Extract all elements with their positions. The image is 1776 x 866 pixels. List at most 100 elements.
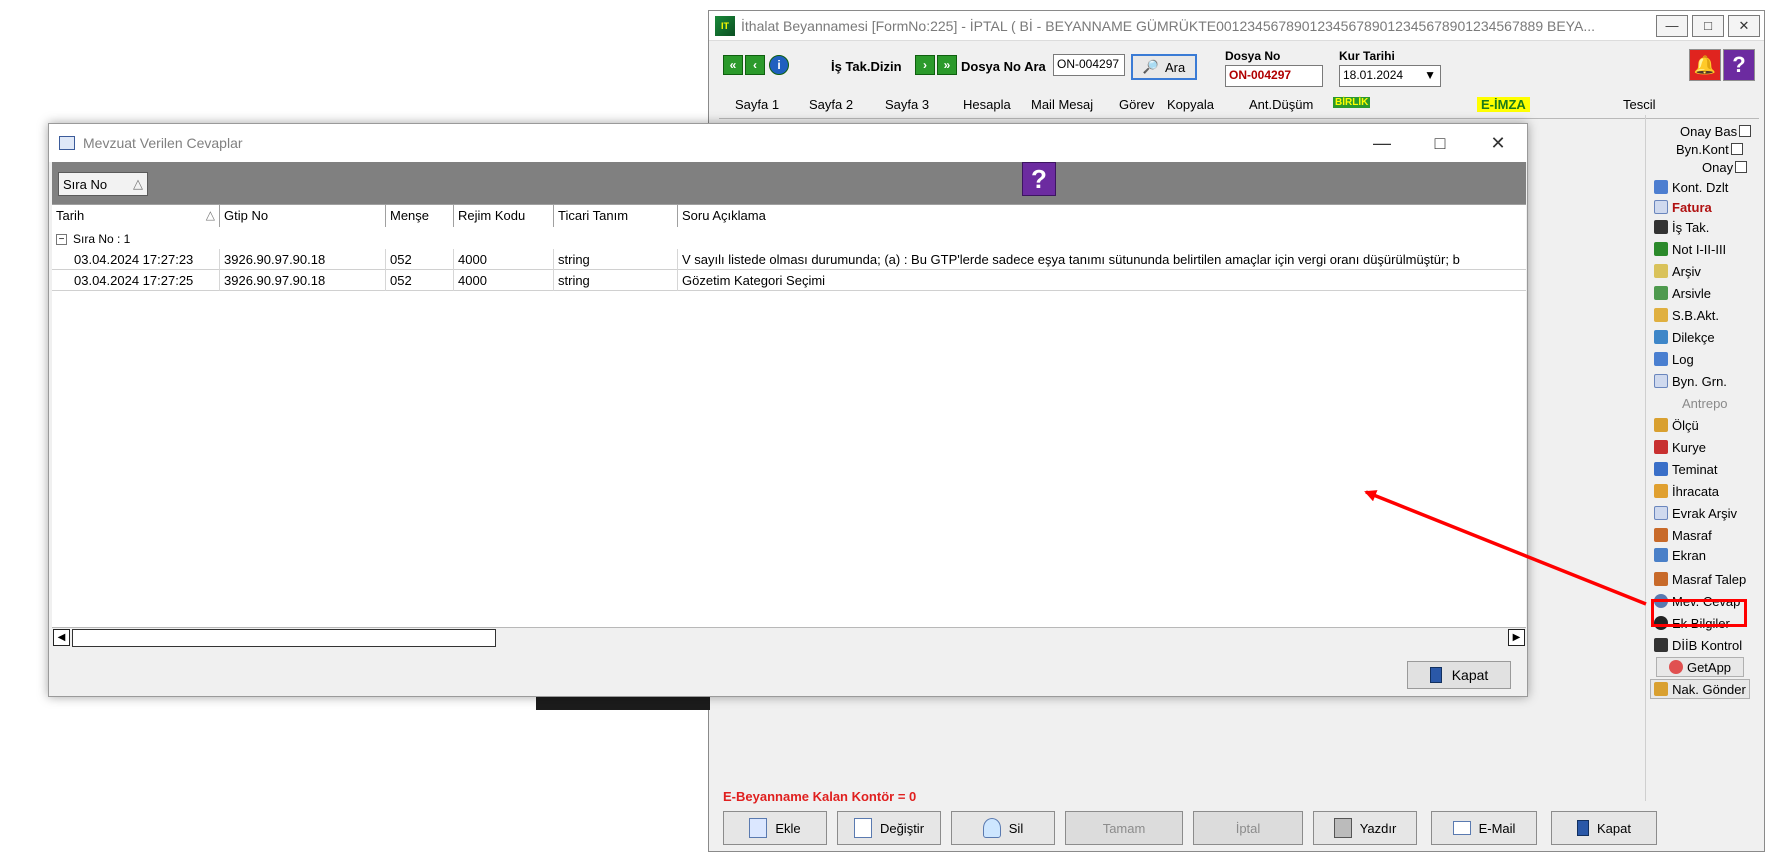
- column-header-mense[interactable]: Menşe: [386, 205, 454, 227]
- last-record-icon[interactable]: »: [937, 55, 957, 75]
- tab-gorev[interactable]: Görev: [1119, 97, 1154, 112]
- column-header-tarih[interactable]: Tarih △: [52, 205, 220, 227]
- maximize-button[interactable]: □: [1692, 14, 1724, 37]
- ekle-button[interactable]: Ekle: [723, 811, 827, 845]
- side-item-kont[interactable]: Kont. Dzlt: [1654, 177, 1728, 197]
- prev-record-icon[interactable]: ‹: [745, 55, 765, 75]
- side-item-getapp[interactable]: GetApp: [1656, 657, 1744, 677]
- ihracata-icon: [1654, 484, 1668, 498]
- kur-tarihi-label: Kur Tarihi: [1339, 49, 1395, 63]
- onay-checkbox[interactable]: Onay: [1702, 157, 1748, 177]
- kapat-button[interactable]: Kapat: [1407, 661, 1511, 689]
- side-item-log[interactable]: Log: [1654, 349, 1694, 369]
- birlik-badge[interactable]: BİRLİK: [1333, 97, 1371, 108]
- table-row[interactable]: 03.04.2024 17:27:25 3926.90.97.90.18 052…: [52, 270, 1526, 291]
- side-item-dilekce[interactable]: Dilekçe: [1654, 327, 1715, 347]
- info-icon[interactable]: i: [769, 55, 789, 75]
- tab-hesapla[interactable]: Hesapla: [963, 97, 1011, 112]
- side-item-diib-kontrol[interactable]: DİİB Kontrol: [1654, 635, 1742, 655]
- fatura-icon: [1654, 200, 1668, 214]
- kapat-main-button[interactable]: Kapat: [1551, 811, 1657, 845]
- side-item-evrak-arsiv[interactable]: Evrak Arşiv: [1654, 503, 1737, 523]
- iptal-button[interactable]: İptal: [1193, 811, 1303, 845]
- kur-tarihi-select[interactable]: 18.01.2024 ▼: [1339, 65, 1441, 87]
- e-imza-button[interactable]: E-İMZA: [1477, 97, 1530, 112]
- olcu-icon: [1654, 418, 1668, 432]
- group-chip-sira-no[interactable]: Sıra No △: [58, 172, 148, 196]
- side-item-nak-gonder[interactable]: Nak. Gönder: [1650, 679, 1750, 699]
- nak-gonder-icon: [1654, 682, 1669, 696]
- tab-ant-dusum[interactable]: Ant.Düşüm: [1249, 97, 1313, 112]
- side-item-ihracata[interactable]: İhracata: [1654, 481, 1719, 501]
- printer-icon: [1333, 818, 1352, 838]
- cell-rejim-kodu: 4000: [454, 270, 554, 291]
- tamam-button[interactable]: Tamam: [1065, 811, 1183, 845]
- column-header-soru-aciklama[interactable]: Soru Açıklama: [678, 205, 1526, 227]
- scroll-right-icon[interactable]: ▶: [1508, 629, 1525, 646]
- mevzuat-dialog: Mevzuat Verilen Cevaplar — □ ✕ Sıra No △…: [48, 123, 1528, 697]
- door-icon: [1577, 820, 1589, 836]
- side-item-arsivle[interactable]: Arsivle: [1654, 283, 1711, 303]
- onay-bas-checkbox[interactable]: Onay Bas: [1680, 121, 1752, 141]
- answers-grid: Tarih △ Gtip No Menşe Rejim Kodu Ticari T…: [52, 204, 1526, 646]
- side-item-ekran[interactable]: Ekran: [1654, 545, 1706, 565]
- side-item-kurye[interactable]: Kurye: [1654, 437, 1706, 457]
- byn-kont-checkbox[interactable]: Byn.Kont: [1676, 139, 1743, 159]
- degistir-button[interactable]: Değiştir: [837, 811, 941, 845]
- collapse-icon[interactable]: −: [56, 233, 67, 245]
- email-button[interactable]: E-Mail: [1431, 811, 1537, 845]
- side-item-antrepo: Antrepo: [1682, 395, 1728, 411]
- dialog-close-button[interactable]: ✕: [1469, 124, 1527, 162]
- cell-gtip-no: 3926.90.97.90.18: [220, 249, 386, 270]
- tab-sayfa-1[interactable]: Sayfa 1: [735, 97, 779, 112]
- side-item-not[interactable]: Not I-II-III: [1654, 239, 1726, 259]
- scroll-left-icon[interactable]: ◀: [53, 629, 70, 646]
- first-record-icon[interactable]: «: [723, 55, 743, 75]
- ara-button[interactable]: 🔎 Ara: [1131, 54, 1197, 80]
- table-row[interactable]: 03.04.2024 17:27:23 3926.90.97.90.18 052…: [52, 249, 1526, 270]
- main-titlebar: IT İthalat Beyannamesi [FormNo:225] - İP…: [709, 11, 1764, 41]
- cell-soru-aciklama: Gözetim Kategori Seçimi: [682, 273, 826, 288]
- tab-tescil[interactable]: Tescil: [1623, 97, 1656, 112]
- next-record-icon[interactable]: ›: [915, 55, 935, 75]
- cell-mense: 052: [386, 249, 454, 270]
- minimize-button[interactable]: —: [1656, 14, 1688, 37]
- tab-sayfa-3[interactable]: Sayfa 3: [885, 97, 929, 112]
- horizontal-scrollbar[interactable]: ◀ ▶: [52, 627, 1526, 647]
- dialog-title: Mevzuat Verilen Cevaplar: [83, 135, 243, 151]
- help-icon[interactable]: ?: [1022, 162, 1056, 196]
- getapp-icon: [1668, 660, 1683, 674]
- trash-icon: [982, 818, 1001, 838]
- side-item-fatura[interactable]: Fatura: [1654, 197, 1712, 217]
- column-header-gtip-no[interactable]: Gtip No: [220, 205, 386, 227]
- diib-kontrol-icon: [1654, 638, 1668, 652]
- scroll-thumb[interactable]: [72, 629, 496, 647]
- tab-mail-mesaj[interactable]: Mail Mesaj: [1031, 97, 1093, 112]
- side-item-masraf[interactable]: Masraf: [1654, 525, 1712, 545]
- dialog-maximize-button[interactable]: □: [1411, 124, 1469, 162]
- close-button[interactable]: ✕: [1728, 14, 1760, 37]
- help-icon[interactable]: ?: [1723, 49, 1755, 81]
- column-header-rejim-kodu[interactable]: Rejim Kodu: [454, 205, 554, 227]
- dosya-no-ara-input[interactable]: ON-004297: [1053, 54, 1125, 76]
- tab-kopyala[interactable]: Kopyala: [1167, 97, 1214, 112]
- cell-mense: 052: [386, 270, 454, 291]
- tab-sayfa-2[interactable]: Sayfa 2: [809, 97, 853, 112]
- column-header-ticari-tanim[interactable]: Ticari Tanım: [554, 205, 678, 227]
- side-item-sb-akt[interactable]: S.B.Akt.: [1654, 305, 1719, 325]
- dialog-minimize-button[interactable]: —: [1353, 124, 1411, 162]
- side-item-teminat[interactable]: Teminat: [1654, 459, 1718, 479]
- evrak-arsiv-icon: [1654, 506, 1668, 520]
- side-item-olcu[interactable]: Ölçü: [1654, 415, 1699, 435]
- bell-icon[interactable]: 🔔: [1689, 49, 1721, 81]
- dilekce-icon: [1654, 330, 1668, 344]
- dosya-no-field[interactable]: ON-004297: [1225, 65, 1323, 87]
- side-item-masraf-talep[interactable]: Masraf Talep: [1654, 569, 1746, 589]
- side-item-arsiv[interactable]: Arşiv: [1654, 261, 1701, 281]
- yazdir-button[interactable]: Yazdır: [1313, 811, 1417, 845]
- sil-button[interactable]: Sil: [951, 811, 1055, 845]
- side-item-byn-grn[interactable]: Byn. Grn.: [1654, 371, 1727, 391]
- side-item-is-tak[interactable]: İş Tak.: [1654, 217, 1709, 237]
- group-row[interactable]: − Sıra No : 1: [52, 229, 1526, 249]
- is-tak-dizin-label[interactable]: İş Tak.Dizin: [831, 59, 902, 74]
